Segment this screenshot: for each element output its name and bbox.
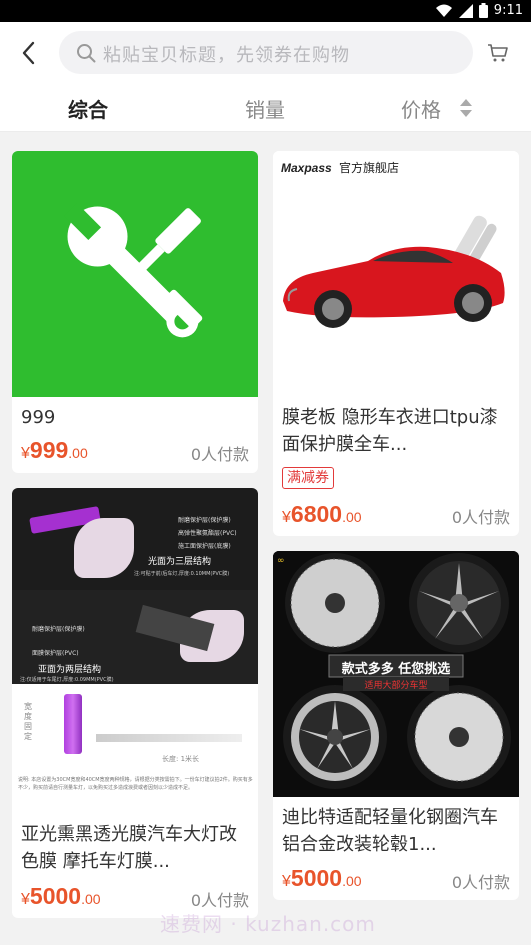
search-placeholder: 粘贴宝贝标题，先领券在购物 — [103, 45, 350, 66]
sort-bar: 综合 销量 价格 — [0, 84, 531, 132]
product-price: ¥5000.00 — [21, 883, 101, 909]
coupon-badge: 满减券 — [282, 467, 334, 489]
sort-tab-general[interactable]: 综合 — [68, 94, 108, 123]
back-button[interactable] — [14, 38, 44, 68]
product-title: 膜老板 隐形车衣进口tpu漆面保护膜全车... — [282, 407, 498, 455]
sort-tab-sales[interactable]: 销量 — [245, 94, 285, 123]
product-price: ¥999.00 — [21, 437, 88, 463]
status-bar: 9:11 — [0, 0, 531, 22]
product-card[interactable]: Maxpass 官方旗舰店 膜老板 隐形车衣进口tpu漆面保护膜全车... 满减… — [273, 151, 519, 536]
product-title: 亚光熏黑透光膜汽车大灯改色膜 摩托车灯膜... — [21, 824, 237, 872]
product-price: ¥5000.00 — [282, 865, 362, 891]
search-icon — [77, 44, 96, 63]
product-title: 迪比特适配轻量化钢圈汽车铝合金改装轮毂1... — [282, 807, 498, 855]
chevron-left-icon — [22, 41, 35, 65]
film-roll-arrow — [96, 734, 242, 742]
product-price: ¥6800.00 — [282, 501, 362, 527]
product-image: 耐磨保护层(保护膜) 高弹性聚氨酯层(PVC) 施工面保护层(底膜) 光面为三层… — [12, 488, 258, 810]
product-image — [12, 151, 258, 397]
product-card[interactable]: 999 ¥999.00 0人付款 — [12, 151, 258, 473]
svg-text:∞: ∞ — [277, 556, 285, 566]
product-sold-count: 0人付款 — [451, 873, 510, 892]
search-header: 粘贴宝贝标题，先领券在购物 — [0, 22, 531, 84]
wheel-banner: 款式多多 任您挑选 — [341, 662, 451, 677]
product-image: ∞ 款式多多 任您挑选 适用大部分车型 — [273, 551, 519, 797]
product-card[interactable]: 耐磨保护层(保护膜) 高弹性聚氨酯层(PVC) 施工面保护层(底膜) 光面为三层… — [12, 488, 258, 918]
film-panel-bottom: 耐磨保护层(保护膜) 面膜保护层(PVC) 亚面为两层结构 注:仅适用于车尾灯,… — [12, 590, 258, 684]
product-sold-count: 0人付款 — [451, 508, 510, 527]
film-roll-panel: 宽度固定 长度: 1米长 说明: 本店设置为30CM宽度和40CM宽度两种规格，… — [12, 688, 258, 810]
film-roll — [64, 694, 82, 754]
signal-icon — [458, 3, 473, 18]
product-title: 999 — [21, 407, 56, 428]
tools-icon — [64, 203, 203, 338]
product-card[interactable]: ∞ 款式多多 任您挑选 适用大部分车型 迪比特适配轻量化钢圈汽车铝合金改装轮毂1… — [273, 551, 519, 900]
cart-icon — [488, 44, 508, 62]
cart-button[interactable] — [486, 41, 510, 65]
status-time: 9:11 — [493, 3, 523, 18]
product-sold-count: 0人付款 — [190, 445, 249, 464]
search-input[interactable]: 粘贴宝贝标题，先领券在购物 — [59, 31, 473, 74]
car-image — [283, 215, 505, 328]
sort-arrows-icon[interactable] — [458, 97, 474, 119]
battery-icon — [478, 3, 488, 18]
sort-tab-price[interactable]: 价格 — [401, 94, 441, 123]
wheel-banner-sub: 适用大部分车型 — [364, 681, 428, 691]
hand-shape — [74, 518, 134, 578]
wifi-icon — [435, 4, 452, 17]
film-panel-top: 耐磨保护层(保护膜) 高弹性聚氨酯层(PVC) 施工面保护层(底膜) 光面为三层… — [12, 488, 258, 590]
product-image: Maxpass 官方旗舰店 — [273, 151, 519, 397]
watermark: 速费网 · kuzhan.com — [160, 912, 376, 936]
